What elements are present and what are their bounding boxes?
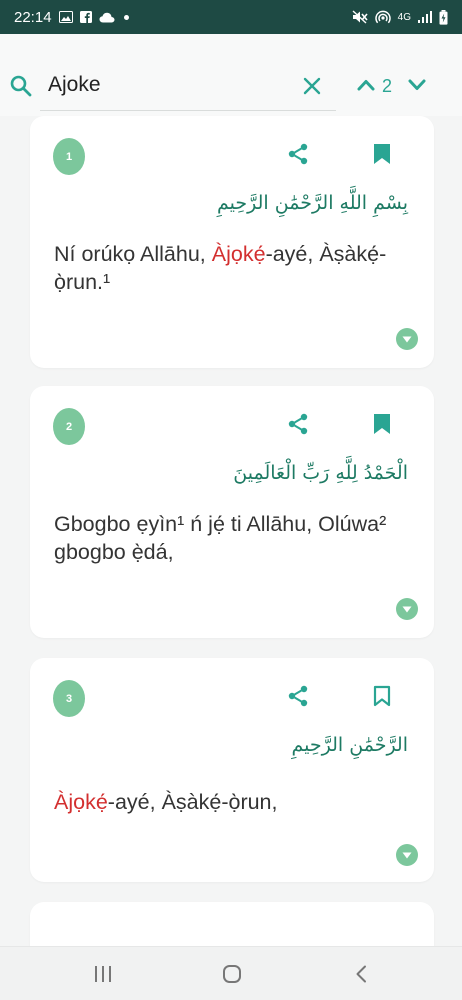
back-icon[interactable] bbox=[354, 965, 368, 988]
expand-icon[interactable] bbox=[396, 328, 418, 350]
status-bar: 22:14 4G bbox=[0, 0, 462, 34]
share-icon[interactable] bbox=[286, 142, 310, 171]
signal-icon bbox=[418, 11, 432, 23]
translation-text: Ní orúkọ Allāhu, bbox=[54, 242, 212, 266]
search-bar: 2 bbox=[0, 34, 462, 116]
share-icon[interactable] bbox=[286, 412, 310, 441]
translation-text: -ayé, Àṣàkẹ́-ọ̀run, bbox=[107, 790, 278, 814]
search-highlight: Àjọkẹ́ bbox=[211, 242, 266, 266]
match-count: 2 bbox=[382, 76, 393, 96]
bookmark-outline-icon[interactable] bbox=[372, 684, 392, 713]
arabic-verse: بِسْمِ اللَّهِ الرَّحْمَٰنِ الرَّحِيمِ bbox=[217, 192, 408, 214]
search-icon[interactable] bbox=[10, 75, 32, 102]
search-highlight: Àjọkẹ́ bbox=[54, 790, 108, 814]
bookmark-filled-icon[interactable] bbox=[372, 142, 392, 171]
image-icon bbox=[58, 11, 73, 23]
search-underline bbox=[40, 110, 336, 111]
mute-icon bbox=[352, 10, 368, 24]
arabic-verse: الرَّحْمَٰنِ الرَّحِيمِ bbox=[291, 734, 408, 756]
verse-translation: Àjọkẹ́-ayé, Àṣàkẹ́-ọ̀run, bbox=[54, 788, 394, 816]
verse-number-badge: 1 bbox=[53, 138, 85, 175]
hotspot-icon bbox=[374, 10, 391, 24]
facebook-icon bbox=[79, 11, 92, 23]
verse-translation: Ní orúkọ Allāhu, Àjọkẹ́-ayé, Àṣàkẹ́-ọ̀ru… bbox=[54, 240, 394, 296]
share-icon[interactable] bbox=[286, 684, 310, 713]
verse-card[interactable]: 1 بِسْمِ اللَّهِ الرَّحْمَٰنِ الرَّحِيمِ… bbox=[30, 116, 434, 368]
arabic-verse: الْحَمْدُ لِلَّهِ رَبِّ الْعَالَمِينَ bbox=[233, 462, 408, 484]
expand-icon[interactable] bbox=[396, 598, 418, 620]
recent-apps-icon[interactable] bbox=[93, 965, 113, 988]
verse-number-badge: 2 bbox=[53, 408, 85, 445]
expand-icon[interactable] bbox=[396, 844, 418, 866]
verse-translation: Gbogbo ẹyìn¹ ń jẹ́ ti Allāhu, Olúwa² gbo… bbox=[54, 510, 394, 566]
status-left: 22:14 bbox=[14, 9, 129, 26]
cloud-icon bbox=[99, 12, 115, 23]
status-time: 22:14 bbox=[14, 8, 52, 26]
verse-card[interactable]: 3 الرَّحْمَٰنِ الرَّحِيمِ Àjọkẹ́-ayé, Àṣ… bbox=[30, 658, 434, 882]
verse-number-badge: 3 bbox=[53, 680, 85, 717]
notification-dot-icon bbox=[123, 14, 129, 20]
next-match-icon[interactable] bbox=[407, 78, 427, 97]
battery-charging-icon bbox=[439, 9, 448, 25]
bookmark-filled-icon[interactable] bbox=[372, 412, 392, 441]
translation-text: Gbogbo ẹyìn¹ ń jẹ́ ti Allāhu, Olúwa² gbo… bbox=[54, 512, 387, 564]
status-right: 4G bbox=[352, 9, 448, 25]
verse-card[interactable]: 2 الْحَمْدُ لِلَّهِ رَبِّ الْعَالَمِينَ … bbox=[30, 386, 434, 638]
home-icon[interactable] bbox=[222, 964, 242, 989]
network-type: 4G bbox=[397, 11, 411, 23]
previous-match-icon[interactable] bbox=[356, 78, 376, 97]
search-input[interactable] bbox=[48, 70, 288, 100]
clear-search-icon[interactable] bbox=[302, 76, 322, 101]
system-nav-bar bbox=[0, 946, 462, 1000]
